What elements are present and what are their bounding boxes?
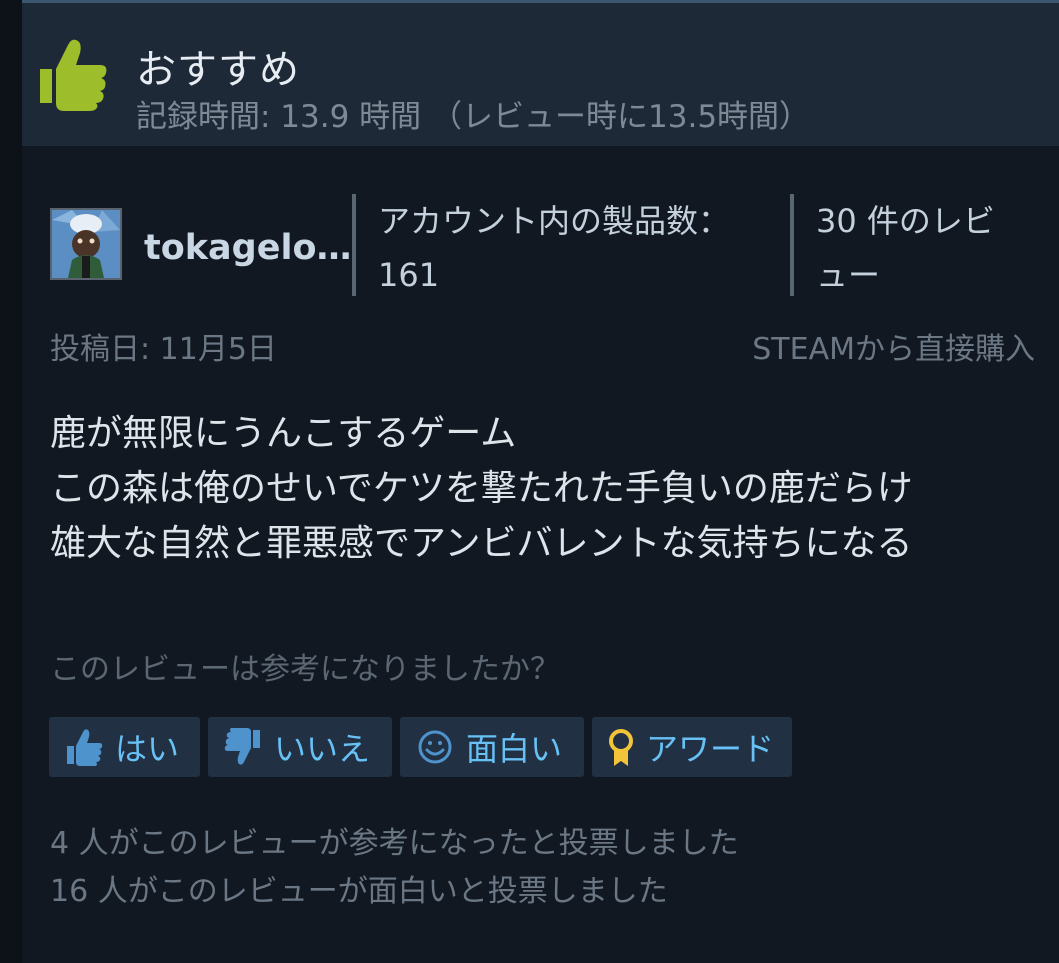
vote-no-label: いいえ	[274, 730, 371, 768]
review-line: 雄大な自然と罪悪感でアンビバレントな気持ちになる	[50, 523, 913, 564]
helpful-vote-count: 4 人がこのレビューが参考になったと投票しました	[50, 826, 739, 861]
recommendation-title: おすすめ	[136, 47, 300, 93]
review-page: おすすめ 記録時間: 13.9 時間 （レビュー時に13.5時間） tokage…	[0, 0, 1059, 963]
username-link[interactable]: tokagelo…	[144, 228, 352, 268]
avatar[interactable]	[50, 208, 122, 280]
award-ribbon-icon	[609, 729, 633, 766]
vote-no-button[interactable]: いいえ	[208, 717, 392, 777]
vote-yes-button[interactable]: はい	[49, 717, 200, 777]
funny-vote-count: 16 人がこのレビューが面白いと投票しました	[50, 874, 668, 909]
left-edge-strip	[0, 0, 22, 963]
products-count: 161	[378, 256, 440, 294]
avatar-image	[52, 210, 120, 278]
thumbs-up-icon	[40, 39, 107, 111]
author-divider-2	[790, 194, 794, 296]
vote-yes-label: はい	[115, 730, 180, 768]
review-header: おすすめ 記録時間: 13.9 時間 （レビュー時に13.5時間）	[22, 0, 1059, 146]
review-line: この森は俺のせいでケツを撃たれた手負いの鹿だらけ	[50, 468, 913, 509]
thumbs-down-icon	[224, 728, 260, 765]
review-line: 鹿が無限にうんこするゲーム	[50, 413, 517, 454]
posted-date: 投稿日: 11月5日	[50, 332, 277, 367]
helpful-question: このレビューは参考になりましたか？	[50, 652, 560, 687]
thumbs-up-icon	[67, 729, 103, 766]
reviews-count-line2: ュー	[816, 256, 881, 294]
reviews-count-line1: 30 件のレビ	[816, 202, 995, 240]
playtime-hours: 記録時間: 13.9 時間 （レビュー時に13.5時間）	[136, 99, 811, 135]
products-label: アカウント内の製品数：	[378, 202, 731, 240]
award-label: アワード	[646, 730, 775, 768]
vote-funny-button[interactable]: 面白い	[400, 717, 584, 777]
vote-funny-label: 面白い	[466, 730, 563, 768]
award-button[interactable]: アワード	[592, 717, 792, 777]
review-text: 鹿が無限にうんこするゲーム この森は俺のせいでケツを撃たれた手負いの鹿だらけ 雄…	[50, 406, 1040, 571]
purchase-source: STEAMから直接購入	[752, 332, 1035, 367]
products-owned[interactable]: アカウント内の製品数： 161	[378, 194, 730, 302]
review-count[interactable]: 30 件のレビ ュー	[816, 194, 995, 302]
author-divider-1	[352, 194, 356, 296]
smiley-icon	[418, 730, 452, 764]
